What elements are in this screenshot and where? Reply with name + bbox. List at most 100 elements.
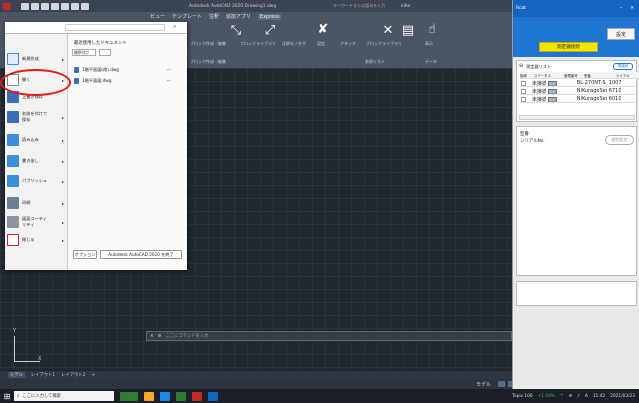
tab-express[interactable]: Express [257, 13, 282, 20]
collapse-icon[interactable]: ⊖ [519, 63, 523, 69]
taskbar-search[interactable]: ⌕ ここに入力して検索 [14, 391, 114, 401]
settings-button[interactable]: 設定 [607, 28, 635, 40]
tab-view[interactable]: ビュー [150, 13, 165, 20]
undo-icon[interactable] [71, 2, 79, 10]
appmenu-item-publish[interactable]: パブリッシュ ▸ [7, 170, 67, 192]
layer-icon[interactable]: ▤ [400, 23, 416, 39]
command-input[interactable]: ここにコマンドを入力 [165, 333, 208, 339]
recent-file[interactable]: 1階平面図(改).dwg [74, 67, 119, 73]
search-icon[interactable]: ⌕ [173, 23, 176, 31]
appmenu-item-new[interactable]: 新規作成 ▸ [7, 48, 67, 70]
table-row[interactable]: 未接続 接続 NiKuragoSeries 6710 [520, 88, 638, 95]
connect-badge[interactable]: 接続 [548, 88, 557, 94]
attach-icon[interactable]: ✕ [380, 23, 396, 39]
appmenu-search-bar: ⌕ [5, 22, 187, 34]
file-explorer-icon[interactable] [144, 391, 154, 401]
ime-label[interactable]: A [585, 394, 588, 399]
clock-date[interactable]: 2021/03/23 [610, 394, 635, 399]
network-icon[interactable]: ⊜ [569, 394, 573, 399]
sort-dropdown[interactable]: 順序付け [72, 49, 96, 56]
grid-icon[interactable] [498, 381, 505, 387]
wrench-icon[interactable]: ⚙ [158, 334, 162, 339]
autocad-logo-icon[interactable] [3, 2, 11, 10]
tab-annotate[interactable]: 注釈 [209, 13, 219, 20]
select-hand-icon[interactable]: ☝ [424, 22, 440, 38]
minimize-icon[interactable]: ‒ [620, 6, 623, 11]
clock-time[interactable]: 11:42 [593, 394, 605, 399]
table-row[interactable]: 未接続 接続 BL-270NT-S 1007 [520, 80, 638, 87]
autocad-taskbar-icon[interactable] [192, 391, 202, 401]
new-icon[interactable] [21, 2, 29, 10]
user-label[interactable]: kiho [401, 4, 410, 9]
col-header: 管理番号 [564, 73, 578, 78]
close-icon[interactable]: ✕ [150, 334, 154, 339]
ribbon-label-library2: ブロックライブラリ [366, 41, 402, 46]
taskbar-search-input[interactable]: ここに入力して検索 [22, 393, 61, 399]
weather-label[interactable]: Topix 100 [512, 394, 533, 399]
excel-icon[interactable] [176, 391, 186, 401]
windows-start-icon[interactable]: ⊞ [0, 389, 14, 403]
window-title: Autodesk AutoCAD 2020 Drawing1.dwg [189, 3, 277, 9]
device-detail-panel: 型番 シリアルNo. 個別設定 [516, 126, 637, 276]
row-checkbox[interactable] [521, 88, 526, 94]
save-icon[interactable] [41, 2, 49, 10]
recent-file[interactable]: 1階平面図.dwg [74, 78, 112, 84]
chevron-up-icon[interactable]: ⌃ [560, 394, 564, 399]
ribbon-label-block-edit: ブロック作成・編集 [190, 41, 226, 46]
individual-settings-button[interactable]: 個別設定 [605, 135, 634, 145]
search-field[interactable]: キーワードまたは語句を入力 [333, 3, 385, 9]
volume-icon[interactable]: ♪ [577, 394, 580, 399]
row-serial: 1007 [608, 80, 621, 86]
settings-wrench-icon[interactable]: ✘ [315, 22, 331, 38]
reconnect-button[interactable]: 再接続 [613, 63, 633, 70]
rcat-window: Rcat ‒ ✕ 設定 測定器接続 ⊖ 測定器リスト 再接続 接続 ステータス … [512, 0, 639, 389]
rcat-taskbar-icon[interactable] [208, 391, 218, 401]
acad-titlebar: Autodesk AutoCAD 2020 Drawing1.dwg キーワード… [0, 0, 512, 12]
add-layout-tab[interactable]: + [91, 373, 95, 378]
appmenu-item-export[interactable]: 書き出し ▸ [7, 150, 67, 172]
news-widget-icon[interactable] [120, 391, 138, 401]
close-icon[interactable]: ✕ [630, 6, 634, 11]
pin-icon[interactable]: ⊷ [167, 67, 171, 72]
table-header: 接続 ステータス 管理番号 型番 シリアル [520, 72, 638, 79]
tab-model[interactable]: モデル [8, 372, 25, 378]
connect-badge[interactable]: 接続 [548, 96, 557, 102]
tab-addins[interactable]: 追加アプリ [226, 13, 251, 20]
print-icon [7, 197, 19, 209]
edge-icon[interactable] [160, 391, 170, 401]
appmenu-search-input[interactable] [65, 24, 165, 31]
horizontal-scrollbar[interactable] [519, 115, 635, 120]
redo-icon[interactable] [81, 2, 89, 10]
block-library-icon[interactable]: ⤢ [262, 23, 278, 39]
model-space-label[interactable]: モデル [476, 381, 491, 388]
options-button[interactable]: オプション [73, 250, 97, 259]
view-dropdown-icon[interactable] [99, 49, 111, 56]
tab-template[interactable]: テンプレート [172, 13, 202, 20]
measure-connect-button[interactable]: 測定器接続 [539, 42, 598, 52]
recent-file-name: 1階平面図.dwg [82, 78, 112, 83]
row-checkbox[interactable] [521, 80, 526, 86]
import-icon [7, 134, 19, 146]
plot-icon[interactable] [61, 2, 69, 10]
save-as-icon[interactable] [51, 2, 59, 10]
row-status: 未接続 [532, 80, 546, 87]
command-line[interactable]: ✕ ⚙ ここにコマンドを入力 [146, 331, 512, 341]
col-header: ステータス [534, 73, 551, 78]
tab-layout1[interactable]: レイアウト1 [31, 372, 55, 378]
tab-layout2[interactable]: レイアウト2 [61, 372, 85, 378]
table-row[interactable]: 未接続 接続 NiKuragoSeries 6010 [520, 96, 638, 103]
appmenu-item-save-as[interactable]: 名前を付けて保存 ▸ [7, 106, 67, 128]
pin-icon[interactable]: ⊷ [167, 78, 171, 83]
appmenu-item-close[interactable]: 閉じる ▸ [7, 229, 67, 251]
ribbon-label-library: ブロックライブラリ [240, 41, 276, 46]
detail-model-label: 型番 [520, 132, 529, 137]
appmenu-label: 読み込み [22, 137, 39, 142]
ucs-icon [14, 336, 40, 362]
row-model: NiKuragoSeries [576, 96, 607, 102]
exit-button[interactable]: Autodesk AutoCAD 2020 を終了 [100, 250, 182, 259]
block-edit-icon[interactable]: ⤡ [228, 23, 244, 39]
appmenu-item-import[interactable]: 読み込み ▸ [7, 129, 67, 151]
connect-badge[interactable]: 接続 [548, 80, 557, 86]
open-icon[interactable] [31, 2, 39, 10]
row-checkbox[interactable] [521, 96, 526, 102]
